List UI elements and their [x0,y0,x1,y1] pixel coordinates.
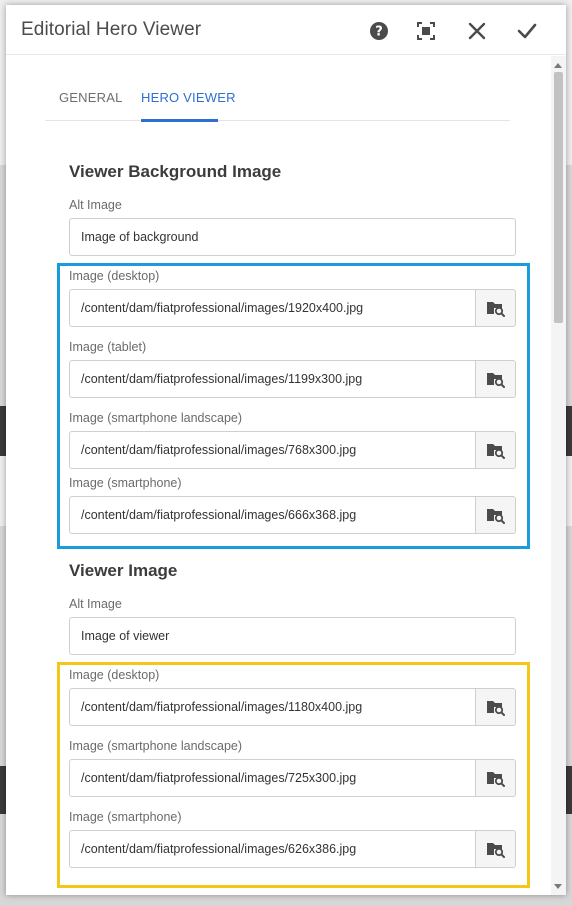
folder-search-icon [486,302,505,317]
help-icon: ? [370,22,388,40]
folder-search-icon [486,373,505,388]
vertical-scrollbar[interactable] [551,56,566,895]
folder-search-icon [486,509,505,524]
field-label: Image (desktop) [69,269,160,283]
close-button[interactable] [461,15,493,47]
close-icon [468,22,486,40]
fullscreen-button[interactable] [410,15,442,47]
dialog-body: GENERAL HERO VIEWER Viewer Background Im… [6,56,551,895]
alt-image-viewer-input[interactable]: Image of viewer [69,617,516,655]
field-label: Image (smartphone) [69,810,182,824]
scroll-down-arrow[interactable] [554,884,562,889]
tab-list: GENERAL HERO VIEWER [45,56,510,122]
background-smartphone-landscape-path-input[interactable]: /content/dam/fiatprofessional/images/768… [69,431,476,469]
field-label: Image (smartphone) [69,476,182,490]
svg-text:?: ? [375,25,383,40]
help-button[interactable]: ? [363,15,395,47]
fullscreen-icon [417,22,435,40]
tab-general[interactable]: GENERAL [59,90,123,105]
field-label: Alt Image [69,597,122,611]
done-button[interactable] [511,15,543,47]
viewer-smartphone-landscape-path-input[interactable]: /content/dam/fiatprofessional/images/725… [69,759,476,797]
folder-search-icon [486,444,505,459]
dialog-title: Editorial Hero Viewer [21,19,202,40]
field-label: Image (tablet) [69,340,147,354]
tab-hero-viewer[interactable]: HERO VIEWER [141,90,236,105]
section-title-background: Viewer Background Image [69,162,282,181]
field-label: Image (smartphone landscape) [69,411,243,425]
active-tab-indicator [141,119,218,122]
scroll-up-arrow[interactable] [554,63,562,68]
browse-button[interactable] [475,830,516,868]
field-label: Image (desktop) [69,668,160,682]
browse-button[interactable] [475,289,516,327]
folder-search-icon [486,701,505,716]
editorial-hero-viewer-dialog: Editorial Hero Viewer ? GENERAL HERO VIE… [6,5,566,895]
background-smartphone-path-input[interactable]: /content/dam/fiatprofessional/images/666… [69,496,476,534]
alt-image-background-input[interactable]: Image of background [69,218,516,256]
browse-button[interactable] [475,360,516,398]
field-label: Image (smartphone landscape) [69,739,243,753]
viewer-smartphone-path-input[interactable]: /content/dam/fiatprofessional/images/626… [69,830,476,868]
dialog-header: Editorial Hero Viewer ? [6,5,566,55]
browse-button[interactable] [475,759,516,797]
background-desktop-path-input[interactable]: /content/dam/fiatprofessional/images/192… [69,289,476,327]
viewer-desktop-path-input[interactable]: /content/dam/fiatprofessional/images/118… [69,688,476,726]
check-icon [517,23,537,39]
browse-button[interactable] [475,496,516,534]
browse-button[interactable] [475,688,516,726]
browse-button[interactable] [475,431,516,469]
folder-search-icon [486,772,505,787]
section-title-viewer: Viewer Image [69,561,178,580]
background-tablet-path-input[interactable]: /content/dam/fiatprofessional/images/119… [69,360,476,398]
scrollbar-thumb[interactable] [554,72,563,323]
folder-search-icon [486,843,505,858]
field-label: Alt Image [69,198,122,212]
